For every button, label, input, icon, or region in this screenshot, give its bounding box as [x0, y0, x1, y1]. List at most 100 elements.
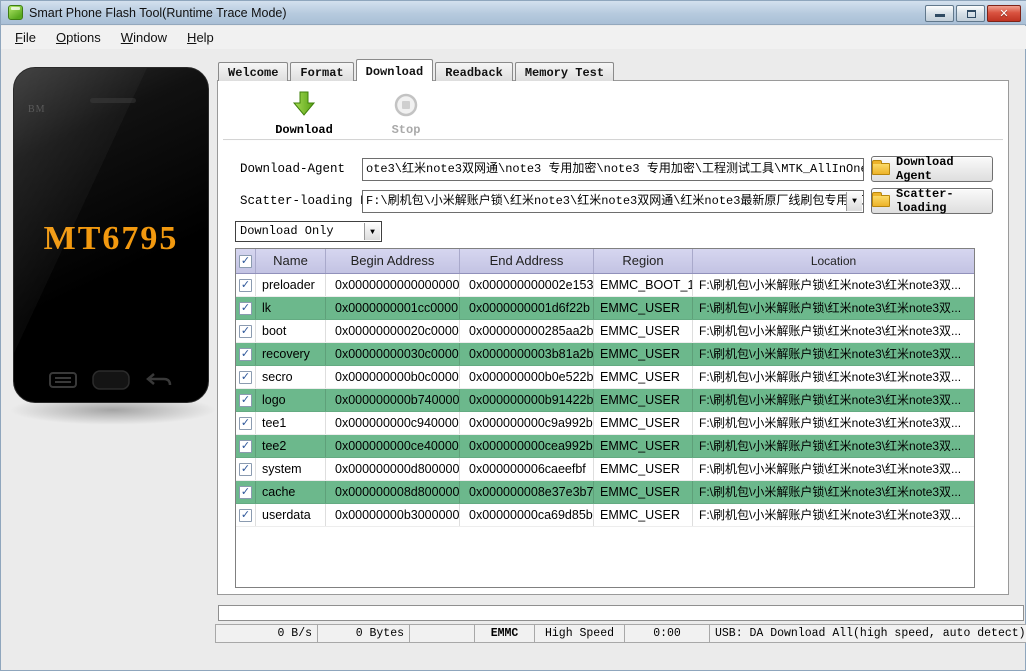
cell-location: F:\刷机包\小米解账户锁\红米note3\红米note3双... — [699, 439, 962, 453]
table-row-recovery[interactable]: ✓ recovery 0x00000000030c0000 0x0000000003b… — [236, 343, 974, 366]
select-all-checkbox[interactable]: ✓ — [236, 249, 256, 273]
close-button[interactable]: ✕ — [987, 5, 1021, 22]
download-agent-input[interactable]: ote3\红米note3双网通\note3 专用加密\note3 专用加密\工程… — [362, 158, 864, 181]
cell-begin-address: 0x00000000b3000000 — [326, 504, 460, 526]
row-checkbox[interactable]: ✓ — [236, 458, 256, 480]
checkbox-check-icon: ✓ — [239, 301, 252, 315]
table-header: ✓ Name Begin Address End Address Region … — [236, 249, 974, 274]
download-agent-button-label: Download Agent — [896, 155, 954, 183]
header-name[interactable]: Name — [256, 249, 326, 273]
table-row-system[interactable]: ✓ system 0x000000000d800000 0x000000006caee… — [236, 458, 974, 481]
row-checkbox[interactable]: ✓ — [236, 366, 256, 388]
scatter-file-select[interactable]: F:\刷机包\小米解账户锁\红米note3\红米note3双网通\红米note3… — [362, 190, 864, 213]
table-row-cache[interactable]: ✓ cache 0x000000008d800000 0x000000008e37e3… — [236, 481, 974, 504]
scatter-loading-button[interactable]: Scatter-loading — [871, 187, 993, 215]
cell-begin-address: 0x00000000030c0000 — [326, 343, 460, 365]
download-button[interactable]: Download — [254, 91, 354, 137]
phone-speaker — [90, 98, 136, 103]
table-row-secro[interactable]: ✓ secro 0x000000000b0c0000 0x000000000b0e52… — [236, 366, 974, 389]
table-row-userdata[interactable]: ✓ userdata 0x00000000b3000000 0x00000000ca6… — [236, 504, 974, 527]
chevron-down-icon[interactable]: ▼ — [846, 192, 862, 211]
header-begin[interactable]: Begin Address — [326, 249, 460, 273]
cell-region: EMMC_USER — [594, 389, 693, 411]
cell-begin-address: 0x000000000b0c0000 — [326, 366, 460, 388]
cell-end-address: 0x000000000002e153 — [460, 274, 594, 296]
cell-name: recovery — [256, 343, 326, 365]
checkbox-check-icon: ✓ — [239, 278, 252, 292]
checkbox-check-icon: ✓ — [239, 347, 252, 361]
mode-select-value: Download Only — [240, 224, 334, 238]
cell-region: EMMC_USER — [594, 435, 693, 457]
status-elapsed-time: 0:00 — [624, 624, 710, 643]
minimize-button[interactable] — [925, 5, 954, 22]
menu-item-options[interactable]: Options — [46, 27, 111, 48]
menu-bar: File Options Window Help — [1, 26, 1026, 49]
row-checkbox[interactable]: ✓ — [236, 297, 256, 319]
cell-name: secro — [256, 366, 326, 388]
table-row-logo[interactable]: ✓ logo 0x000000000b740000 0x000000000b91422… — [236, 389, 974, 412]
row-checkbox[interactable]: ✓ — [236, 274, 256, 296]
cell-end-address: 0x0000000001d6f22b — [460, 297, 594, 319]
row-checkbox[interactable]: ✓ — [236, 389, 256, 411]
phone-menu-icon — [49, 372, 78, 388]
cell-location: F:\刷机包\小米解账户锁\红米note3\红米note3双... — [699, 347, 962, 361]
cell-begin-address: 0x000000000ce40000 — [326, 435, 460, 457]
cell-location: F:\刷机包\小米解账户锁\红米note3\红米note3双... — [699, 485, 962, 499]
status-empty — [409, 624, 475, 643]
tab-format[interactable]: Format — [290, 62, 354, 81]
stop-button[interactable]: Stop — [356, 93, 456, 137]
cell-end-address: 0x00000000ca69d85b — [460, 504, 594, 526]
table-row-lk[interactable]: ✓ lk 0x0000000001cc0000 0x0000000001d6f22b E… — [236, 297, 974, 320]
cell-location: F:\刷机包\小米解账户锁\红米note3\红米note3双... — [699, 462, 962, 476]
mode-select[interactable]: Download Only ▼ — [235, 221, 382, 242]
chevron-down-icon[interactable]: ▼ — [364, 223, 380, 240]
menu-item-file[interactable]: File — [5, 27, 46, 48]
cell-name: userdata — [256, 504, 326, 526]
row-checkbox[interactable]: ✓ — [236, 481, 256, 503]
app-icon — [8, 5, 23, 20]
stop-icon — [394, 93, 418, 117]
chipset-label: MT6795 — [43, 220, 179, 257]
cell-begin-address: 0x000000000b740000 — [326, 389, 460, 411]
table-row-boot[interactable]: ✓ boot 0x00000000020c0000 0x000000000285aa2… — [236, 320, 974, 343]
cell-region: EMMC_USER — [594, 297, 693, 319]
menu-item-help[interactable]: Help — [177, 27, 224, 48]
checkbox-check-icon: ✓ — [239, 439, 252, 453]
row-checkbox[interactable]: ✓ — [236, 320, 256, 342]
folder-icon — [872, 192, 890, 207]
header-location[interactable]: Location — [693, 249, 974, 273]
table-row-tee2[interactable]: ✓ tee2 0x000000000ce40000 0x000000000cea992… — [236, 435, 974, 458]
cell-region: EMMC_BOOT_1 — [594, 274, 693, 296]
menu-item-window[interactable]: Window — [111, 27, 177, 48]
checkbox-check-icon: ✓ — [239, 324, 252, 338]
cell-region: EMMC_USER — [594, 412, 693, 434]
cell-location: F:\刷机包\小米解账户锁\红米note3\红米note3双... — [699, 301, 962, 315]
close-icon: ✕ — [999, 8, 1009, 20]
status-usb-mode: USB: DA Download All(high speed, auto de… — [709, 624, 1026, 643]
row-checkbox[interactable]: ✓ — [236, 435, 256, 457]
tab-download[interactable]: Download — [355, 59, 434, 81]
phone-body: BM MT6795 — [13, 67, 209, 403]
tab-memory-test[interactable]: Memory Test — [514, 62, 615, 81]
phone-back-icon — [145, 373, 171, 386]
maximize-button[interactable] — [956, 5, 985, 22]
download-agent-button[interactable]: Download Agent — [871, 155, 993, 183]
table-row-tee1[interactable]: ✓ tee1 0x000000000c940000 0x000000000c9a992… — [236, 412, 974, 435]
stop-button-label: Stop — [391, 123, 421, 137]
download-agent-label: Download-Agent — [240, 162, 346, 176]
row-checkbox[interactable]: ✓ — [236, 412, 256, 434]
cell-end-address: 0x000000000b91422b — [460, 389, 594, 411]
tab-welcome[interactable]: Welcome — [218, 62, 289, 81]
row-checkbox[interactable]: ✓ — [236, 343, 256, 365]
header-region[interactable]: Region — [594, 249, 693, 273]
tab-readback[interactable]: Readback — [435, 62, 513, 81]
cell-begin-address: 0x0000000001cc0000 — [326, 297, 460, 319]
status-speed: 0 B/s — [215, 624, 318, 643]
folder-icon — [872, 160, 890, 175]
cell-location: F:\刷机包\小米解账户锁\红米note3\红米note3双... — [699, 416, 962, 430]
phone-brand-label: BM — [28, 104, 46, 115]
row-checkbox[interactable]: ✓ — [236, 504, 256, 526]
cell-begin-address: 0x00000000020c0000 — [326, 320, 460, 342]
table-row-preloader[interactable]: ✓ preloader 0x0000000000000000 0x0000000000… — [236, 274, 974, 297]
header-end[interactable]: End Address — [460, 249, 594, 273]
